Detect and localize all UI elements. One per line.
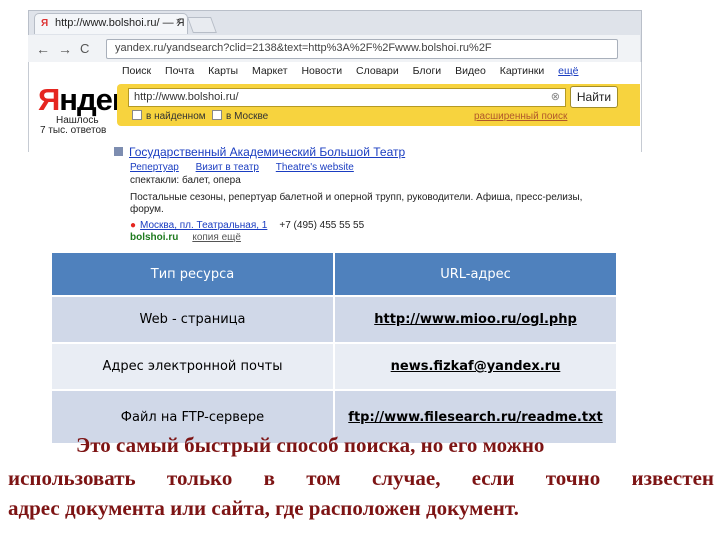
result-snippet-line: спектакли: балет, опера — [130, 175, 241, 186]
yandex-service-nav: Поиск Почта Карты Маркет Новости Словари… — [122, 65, 642, 79]
caption-line-2: использовать только в том случае, если т… — [8, 466, 714, 490]
result-sitelinks: Репертуар Визит в театр Theatre's websit… — [130, 162, 368, 173]
advanced-search-link[interactable]: расширенный поиск — [474, 111, 567, 122]
results-count: 7 тыс. ответов — [40, 125, 107, 136]
search-input[interactable]: http://www.bolshoi.ru/ ⊗ — [128, 88, 566, 107]
checkbox-in-found[interactable]: в найденном — [132, 110, 206, 122]
caption-line-3: адрес документа или сайта, где расположе… — [8, 496, 519, 520]
checkbox-label: в найденном — [146, 111, 206, 122]
clear-icon[interactable]: ⊗ — [551, 90, 560, 103]
checkbox-in-city[interactable]: в Москве — [212, 110, 268, 122]
header-resource-type: Тип ресурса — [50, 251, 335, 297]
result-title: Государственный Академический Большой Те… — [129, 145, 406, 159]
result-url-line: bolshoi.ru копия ещё — [130, 232, 241, 243]
search-input-value: http://www.bolshoi.ru/ — [134, 91, 239, 103]
nav-item-market[interactable]: Маркет — [252, 65, 288, 77]
table-row: Web - страница http://www.mioo.ru/ogl.ph… — [50, 295, 618, 344]
tab-close-icon[interactable]: × — [176, 16, 182, 28]
nav-item-images[interactable]: Картинки — [500, 65, 545, 77]
nav-item-search[interactable]: Поиск — [122, 65, 151, 77]
result-domain[interactable]: bolshoi.ru — [130, 232, 178, 243]
nav-item-news[interactable]: Новости — [301, 65, 342, 77]
forward-arrow-icon[interactable]: → — [58, 41, 72, 57]
logo-first-letter: Я — [38, 82, 60, 117]
browser-tab[interactable]: Я http://www.bolshoi.ru/ — Я × — [34, 13, 188, 34]
nav-item-maps[interactable]: Карты — [208, 65, 238, 77]
site-favicon-icon — [114, 147, 123, 156]
reload-icon[interactable]: C — [80, 41, 89, 56]
nav-more-link[interactable]: ещё — [558, 65, 578, 77]
sitelink-website[interactable]: Theatre's website — [276, 162, 354, 173]
nav-item-mail[interactable]: Почта — [165, 65, 194, 77]
search-button[interactable]: Найти — [570, 86, 618, 108]
result-snippet-line: форум. — [130, 204, 164, 215]
result-address: ● Москва, пл. Театральная, 1 +7 (495) 455 … — [130, 220, 364, 231]
result-snippet-line: Постальные сезоны, репертуар балетной и … — [130, 192, 583, 203]
header-url: URL-адрес — [333, 251, 618, 297]
result-title-link[interactable]: Государственный Академический Большой Те… — [114, 145, 405, 159]
checkbox-label: в Москве — [226, 111, 269, 122]
address-value: yandex.ru/yandsearch?clid=2138&text=http… — [115, 42, 492, 54]
sitelink-visit[interactable]: Визит в театр — [196, 162, 259, 173]
tab-title: http://www.bolshoi.ru/ — Я — [55, 17, 185, 29]
back-arrow-icon[interactable]: ← — [36, 41, 50, 57]
cache-link[interactable]: копия ещё — [192, 232, 241, 243]
resource-type-cell: Web - страница — [50, 295, 335, 344]
sitelink-repertoire[interactable]: Репертуар — [130, 162, 179, 173]
phone-number: +7 (495) 455 55 55 — [279, 220, 365, 231]
checkbox-icon — [212, 110, 222, 120]
address-link[interactable]: Москва, пл. Театральная, 1 — [140, 220, 267, 231]
nav-item-blogs[interactable]: Блоги — [413, 65, 442, 77]
url-cell[interactable]: http://www.mioo.ru/ogl.php — [333, 295, 618, 344]
resource-type-cell: Адрес электронной почты — [50, 342, 335, 391]
caption-line-1: Это самый быстрый способ поиска, но его … — [76, 433, 545, 457]
address-bar[interactable]: yandex.ru/yandsearch?clid=2138&text=http… — [106, 39, 618, 59]
url-cell[interactable]: news.fizkaf@yandex.ru — [333, 342, 618, 391]
url-examples-table: Тип ресурса URL-адрес Web - страница htt… — [50, 251, 618, 445]
checkbox-icon — [132, 110, 142, 120]
nav-item-video[interactable]: Видео — [455, 65, 486, 77]
yandex-favicon-icon: Я — [41, 18, 49, 29]
table-header-row: Тип ресурса URL-адрес — [50, 251, 618, 297]
table-row: Адрес электронной почты news.fizkaf@yand… — [50, 342, 618, 391]
map-pin-icon: ● — [130, 220, 137, 231]
nav-item-dictionaries[interactable]: Словари — [356, 65, 399, 77]
